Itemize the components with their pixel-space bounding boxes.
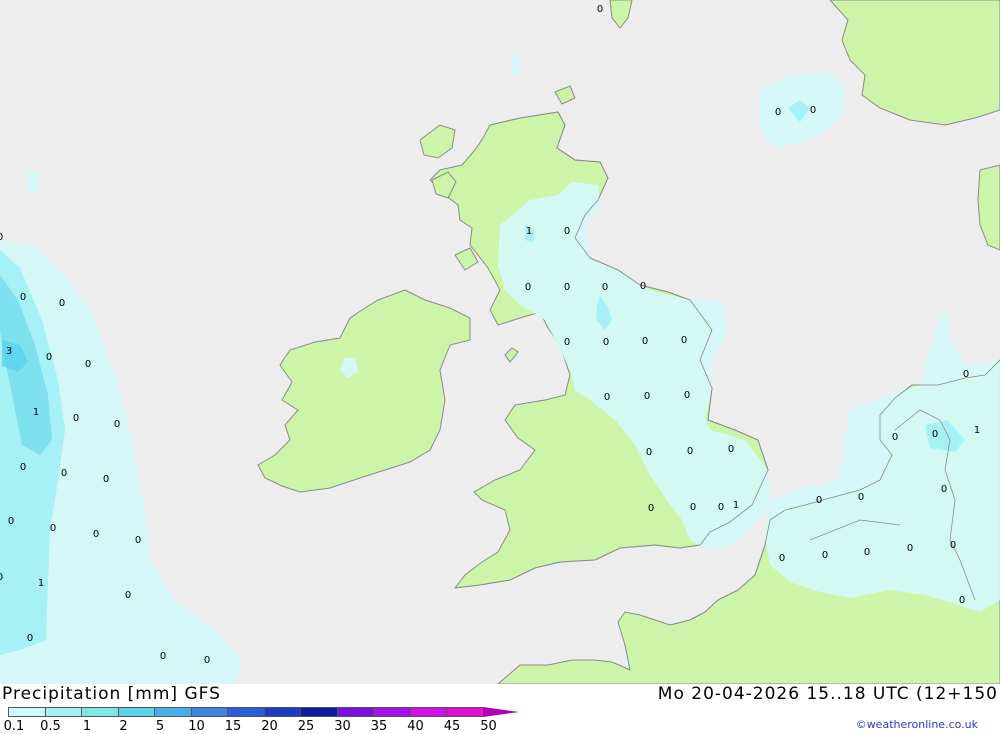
- point-value: 0: [932, 429, 938, 440]
- point-value: 0: [779, 553, 785, 564]
- point-value: 0: [20, 292, 26, 303]
- point-value: 0: [93, 529, 99, 540]
- point-value: 0: [648, 503, 654, 514]
- point-value: 0: [892, 432, 898, 443]
- scale-arrow: [482, 707, 519, 717]
- scale-tick-label: 2: [119, 719, 128, 734]
- scale-swatch: [446, 707, 483, 717]
- point-value: 0: [864, 547, 870, 558]
- precipitation-map: 0 0 0 0 0 0 3 0 0 1 0 0 0 0 0 0 0 0 0 0 …: [0, 0, 1000, 684]
- scale-tick-label: 45: [443, 719, 461, 734]
- precip-small-north: [512, 55, 520, 75]
- point-value: 0: [564, 337, 570, 348]
- point-value: 0: [85, 359, 91, 370]
- point-value: 0: [135, 535, 141, 546]
- valid-time: Mo 20-04-2026 15..18 UTC (12+150: [657, 684, 998, 704]
- precip-small-nw: [28, 172, 38, 192]
- scale-tick-label: 0.5: [40, 719, 61, 734]
- scale-swatch: [373, 707, 410, 717]
- scale-tick-label: 10: [188, 719, 205, 734]
- point-value: 0: [858, 492, 864, 503]
- point-value: 0: [125, 590, 131, 601]
- scale-tick-label: 5: [155, 719, 165, 734]
- point-value: 0: [775, 107, 781, 118]
- point-value: 0: [687, 446, 693, 457]
- scale-tick-label: 15: [224, 719, 242, 734]
- point-value: 0: [810, 105, 816, 116]
- point-value: 0: [907, 543, 913, 554]
- point-value: 0: [597, 4, 603, 15]
- scale-tick-label: 25: [297, 719, 315, 734]
- color-scale: [8, 707, 519, 719]
- scale-tick-label: 1: [82, 719, 92, 734]
- point-value: 0: [603, 337, 609, 348]
- point-value: 0: [728, 444, 734, 455]
- point-value: 0: [27, 633, 33, 644]
- scale-swatch: [263, 707, 300, 717]
- point-value: 3: [6, 346, 12, 357]
- point-value: 0: [46, 352, 52, 363]
- point-value: 0: [0, 232, 3, 243]
- scale-swatch: [81, 707, 118, 717]
- point-value: 0: [59, 298, 65, 309]
- point-value: 1: [733, 500, 739, 511]
- scale-swatch: [227, 707, 264, 717]
- scale-swatch: [117, 707, 154, 717]
- point-value: 0: [963, 369, 969, 380]
- scale-swatch: [154, 707, 191, 717]
- color-scale-ticks: 0.1 0.5 1 2 5 10 15 20 25 30 35 40 45 50: [0, 719, 520, 734]
- point-value: 1: [38, 578, 44, 589]
- point-value: 0: [822, 550, 828, 561]
- scale-tick-label: 30: [334, 719, 351, 734]
- credit-link[interactable]: ©weatheronline.co.uk: [856, 718, 978, 731]
- point-value: 1: [974, 425, 980, 436]
- scale-swatch: [409, 707, 446, 717]
- point-value: 0: [950, 540, 956, 551]
- point-value: 0: [684, 390, 690, 401]
- point-value: 0: [525, 282, 531, 293]
- point-value: 0: [681, 335, 687, 346]
- point-value: 0: [941, 484, 947, 495]
- point-value: 1: [33, 407, 39, 418]
- point-value: 0: [690, 502, 696, 513]
- point-value: 0: [114, 419, 120, 430]
- scale-tick-label: 0.1: [3, 719, 25, 734]
- scale-tick-label: 50: [480, 719, 497, 734]
- point-value: 0: [61, 468, 67, 479]
- point-value: 0: [718, 502, 724, 513]
- point-value: 0: [644, 391, 650, 402]
- scale-tick-label: 40: [407, 719, 424, 734]
- point-value: 0: [640, 281, 646, 292]
- point-value: 0: [20, 462, 26, 473]
- point-value: 0: [0, 572, 3, 583]
- point-value: 0: [50, 523, 56, 534]
- point-value: 0: [602, 282, 608, 293]
- point-value: 0: [642, 336, 648, 347]
- point-value: 0: [816, 495, 822, 506]
- point-value: 0: [8, 516, 14, 527]
- scale-swatch: [190, 707, 227, 717]
- point-value: 0: [103, 474, 109, 485]
- point-value: 0: [646, 447, 652, 458]
- map-title: Precipitation [mm] GFS: [2, 684, 221, 704]
- point-value: 0: [564, 226, 570, 237]
- scale-swatch: [300, 707, 337, 717]
- scale-swatch: [8, 707, 45, 717]
- scale-tick-label: 35: [370, 719, 388, 734]
- point-value: 0: [73, 413, 79, 424]
- point-value: 0: [959, 595, 965, 606]
- point-value: 0: [204, 655, 210, 666]
- point-value: 0: [564, 282, 570, 293]
- scale-tick-label: 20: [261, 719, 278, 734]
- scale-swatch: [44, 707, 81, 717]
- point-value: 1: [526, 226, 532, 237]
- scale-swatch: [336, 707, 373, 717]
- point-value: 0: [604, 392, 610, 403]
- point-value: 0: [160, 651, 166, 662]
